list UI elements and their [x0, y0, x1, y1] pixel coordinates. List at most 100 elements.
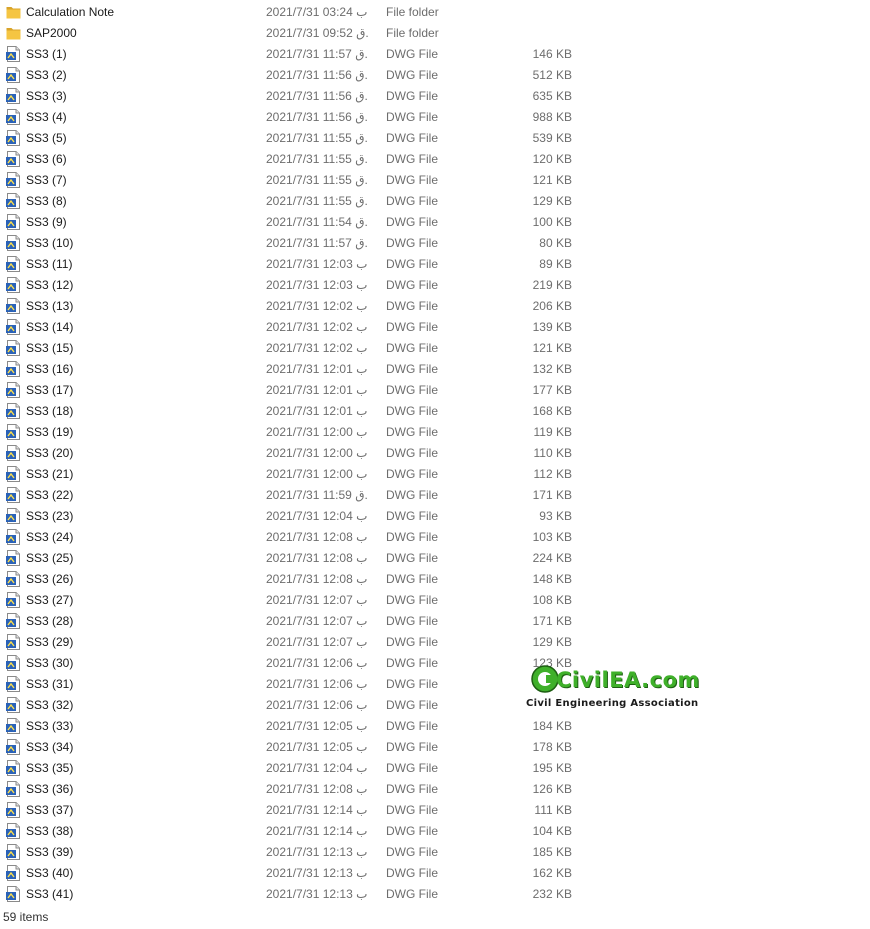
file-date-modified: 2021/7/31 12:06 ب — [266, 677, 368, 691]
file-type: DWG File — [386, 68, 438, 82]
file-row[interactable]: SS3 (25) 2021/7/31 12:08 ب DWG File 224 KB — [0, 548, 870, 569]
file-type: DWG File — [386, 215, 438, 229]
file-type: DWG File — [386, 761, 438, 775]
file-name: SS3 (31) — [26, 677, 74, 691]
file-name: SS3 (2) — [26, 68, 67, 82]
file-date-modified: 2021/7/31 12:00 ب — [266, 446, 368, 460]
file-name: SS3 (27) — [26, 593, 74, 607]
file-row[interactable]: SS3 (26) 2021/7/31 12:08 ب DWG File 148 KB — [0, 569, 870, 590]
file-row[interactable]: Calculation Note 2021/7/31 03:24 ب File fo… — [0, 2, 870, 23]
file-row[interactable]: SS3 (41) 2021/7/31 12:13 ب DWG File 232 KB — [0, 884, 870, 905]
file-row[interactable]: SS3 (39) 2021/7/31 12:13 ب DWG File 185 KB — [0, 842, 870, 863]
file-row[interactable]: SS3 (29) 2021/7/31 12:07 ب DWG File 129 KB — [0, 632, 870, 653]
file-row[interactable]: SS3 (13) 2021/7/31 12:02 ب DWG File 206 KB — [0, 296, 870, 317]
file-row[interactable]: SS3 (16) 2021/7/31 12:01 ب DWG File 132 KB — [0, 359, 870, 380]
file-type: DWG File — [386, 467, 438, 481]
file-row[interactable]: SS3 (4) 2021/7/31 11:56 ق. DWG File 988 KB — [0, 107, 870, 128]
dwg-file-icon — [6, 466, 21, 482]
dwg-file-icon — [6, 844, 21, 860]
file-row[interactable]: SS3 (9) 2021/7/31 11:54 ق. DWG File 100 KB — [0, 212, 870, 233]
file-size: 219 KB — [532, 278, 572, 292]
file-name: SS3 (26) — [26, 572, 74, 586]
file-date-modified: 2021/7/31 12:02 ب — [266, 341, 368, 355]
file-row[interactable]: SS3 (21) 2021/7/31 12:00 ب DWG File 112 KB — [0, 464, 870, 485]
file-size: 539 KB — [532, 131, 572, 145]
file-row[interactable]: SS3 (22) 2021/7/31 11:59 ق. DWG File 171 KB — [0, 485, 870, 506]
file-row[interactable]: SS3 (5) 2021/7/31 11:55 ق. DWG File 539 KB — [0, 128, 870, 149]
dwg-file-icon — [6, 823, 21, 839]
file-size: 132 KB — [532, 362, 572, 376]
file-row[interactable]: SS3 (24) 2021/7/31 12:08 ب DWG File 103 KB — [0, 527, 870, 548]
file-row[interactable]: SS3 (28) 2021/7/31 12:07 ب DWG File 171 KB — [0, 611, 870, 632]
file-type: DWG File — [386, 47, 438, 61]
dwg-file-icon — [6, 214, 21, 230]
file-row[interactable]: SS3 (36) 2021/7/31 12:08 ب DWG File 126 KB — [0, 779, 870, 800]
file-row[interactable]: SS3 (12) 2021/7/31 12:03 ب DWG File 219 KB — [0, 275, 870, 296]
file-row[interactable]: SS3 (8) 2021/7/31 11:55 ق. DWG File 129 KB — [0, 191, 870, 212]
file-size: 100 KB — [532, 215, 572, 229]
file-size: 126 KB — [532, 782, 572, 796]
dwg-file-icon — [6, 193, 21, 209]
file-row[interactable]: SS3 (37) 2021/7/31 12:14 ب DWG File 111 KB — [0, 800, 870, 821]
file-row[interactable]: SS3 (34) 2021/7/31 12:05 ب DWG File 178 KB — [0, 737, 870, 758]
dwg-file-icon — [6, 613, 21, 629]
file-row[interactable]: SS3 (14) 2021/7/31 12:02 ب DWG File 139 KB — [0, 317, 870, 338]
dwg-file-icon — [6, 781, 21, 797]
file-row[interactable]: SS3 (19) 2021/7/31 12:00 ب DWG File 119 KB — [0, 422, 870, 443]
file-row[interactable]: SS3 (27) 2021/7/31 12:07 ب DWG File 108 KB — [0, 590, 870, 611]
file-name: SS3 (3) — [26, 89, 67, 103]
file-row[interactable]: SS3 (23) 2021/7/31 12:04 ب DWG File 93 KB — [0, 506, 870, 527]
file-row[interactable]: SS3 (15) 2021/7/31 12:02 ب DWG File 121 KB — [0, 338, 870, 359]
file-size: 146 KB — [532, 47, 572, 61]
file-row[interactable]: SS3 (17) 2021/7/31 12:01 ب DWG File 177 KB — [0, 380, 870, 401]
file-row[interactable]: SS3 (6) 2021/7/31 11:55 ق. DWG File 120 KB — [0, 149, 870, 170]
file-type: DWG File — [386, 383, 438, 397]
file-name: SS3 (25) — [26, 551, 74, 565]
dwg-file-icon — [6, 718, 21, 734]
file-name: SS3 (36) — [26, 782, 74, 796]
file-date-modified: 2021/7/31 12:01 ب — [266, 362, 368, 376]
file-row[interactable]: SS3 (40) 2021/7/31 12:13 ب DWG File 162 KB — [0, 863, 870, 884]
file-row[interactable]: SS3 (10) 2021/7/31 11:57 ق. DWG File 80 KB — [0, 233, 870, 254]
file-date-modified: 2021/7/31 12:03 ب — [266, 257, 368, 271]
file-size: 224 KB — [532, 551, 572, 565]
file-size: 110 KB — [533, 446, 572, 460]
file-row[interactable]: SS3 (33) 2021/7/31 12:05 ب DWG File 184 KB — [0, 716, 870, 737]
file-name: SS3 (18) — [26, 404, 74, 418]
file-row[interactable]: SS3 (31) 2021/7/31 12:06 ب DWG File — [0, 674, 870, 695]
file-type: DWG File — [386, 551, 438, 565]
file-date-modified: 2021/7/31 12:07 ب — [266, 635, 368, 649]
file-row[interactable]: SS3 (1) 2021/7/31 11:57 ق. DWG File 146 KB — [0, 44, 870, 65]
file-row[interactable]: SS3 (32) 2021/7/31 12:06 ب DWG File — [0, 695, 870, 716]
file-row[interactable]: SS3 (2) 2021/7/31 11:56 ق. DWG File 512 KB — [0, 65, 870, 86]
file-row[interactable]: SS3 (18) 2021/7/31 12:01 ب DWG File 168 KB — [0, 401, 870, 422]
file-type: DWG File — [386, 152, 438, 166]
file-row[interactable]: SAP2000 2021/7/31 09:52 ق. File folder — [0, 23, 870, 44]
file-type: DWG File — [386, 635, 438, 649]
file-size: 162 KB — [532, 866, 572, 880]
file-date-modified: 2021/7/31 12:04 ب — [266, 509, 368, 523]
file-type: DWG File — [386, 677, 438, 691]
file-row[interactable]: SS3 (11) 2021/7/31 12:03 ب DWG File 89 KB — [0, 254, 870, 275]
file-name: SS3 (12) — [26, 278, 74, 292]
file-type: DWG File — [386, 446, 438, 460]
file-name: SS3 (39) — [26, 845, 74, 859]
file-row[interactable]: SS3 (35) 2021/7/31 12:04 ب DWG File 195 KB — [0, 758, 870, 779]
file-row[interactable]: SS3 (20) 2021/7/31 12:00 ب DWG File 110 KB — [0, 443, 870, 464]
file-row[interactable]: SS3 (30) 2021/7/31 12:06 ب DWG File 123 KB — [0, 653, 870, 674]
dwg-file-icon — [6, 235, 21, 251]
file-row[interactable]: SS3 (3) 2021/7/31 11:56 ق. DWG File 635 KB — [0, 86, 870, 107]
dwg-file-icon — [6, 802, 21, 818]
file-row[interactable]: SS3 (38) 2021/7/31 12:14 ب DWG File 104 KB — [0, 821, 870, 842]
file-size: 195 KB — [532, 761, 572, 775]
file-row[interactable]: SS3 (7) 2021/7/31 11:55 ق. DWG File 121 KB — [0, 170, 870, 191]
file-date-modified: 2021/7/31 12:14 ب — [266, 824, 368, 838]
file-name: SS3 (40) — [26, 866, 74, 880]
dwg-file-icon — [6, 130, 21, 146]
dwg-file-icon — [6, 865, 21, 881]
file-date-modified: 2021/7/31 11:55 ق. — [266, 131, 368, 145]
file-type: DWG File — [386, 782, 438, 796]
file-size: 171 KB — [532, 614, 572, 628]
file-name: SS3 (8) — [26, 194, 67, 208]
file-name: SS3 (33) — [26, 719, 74, 733]
